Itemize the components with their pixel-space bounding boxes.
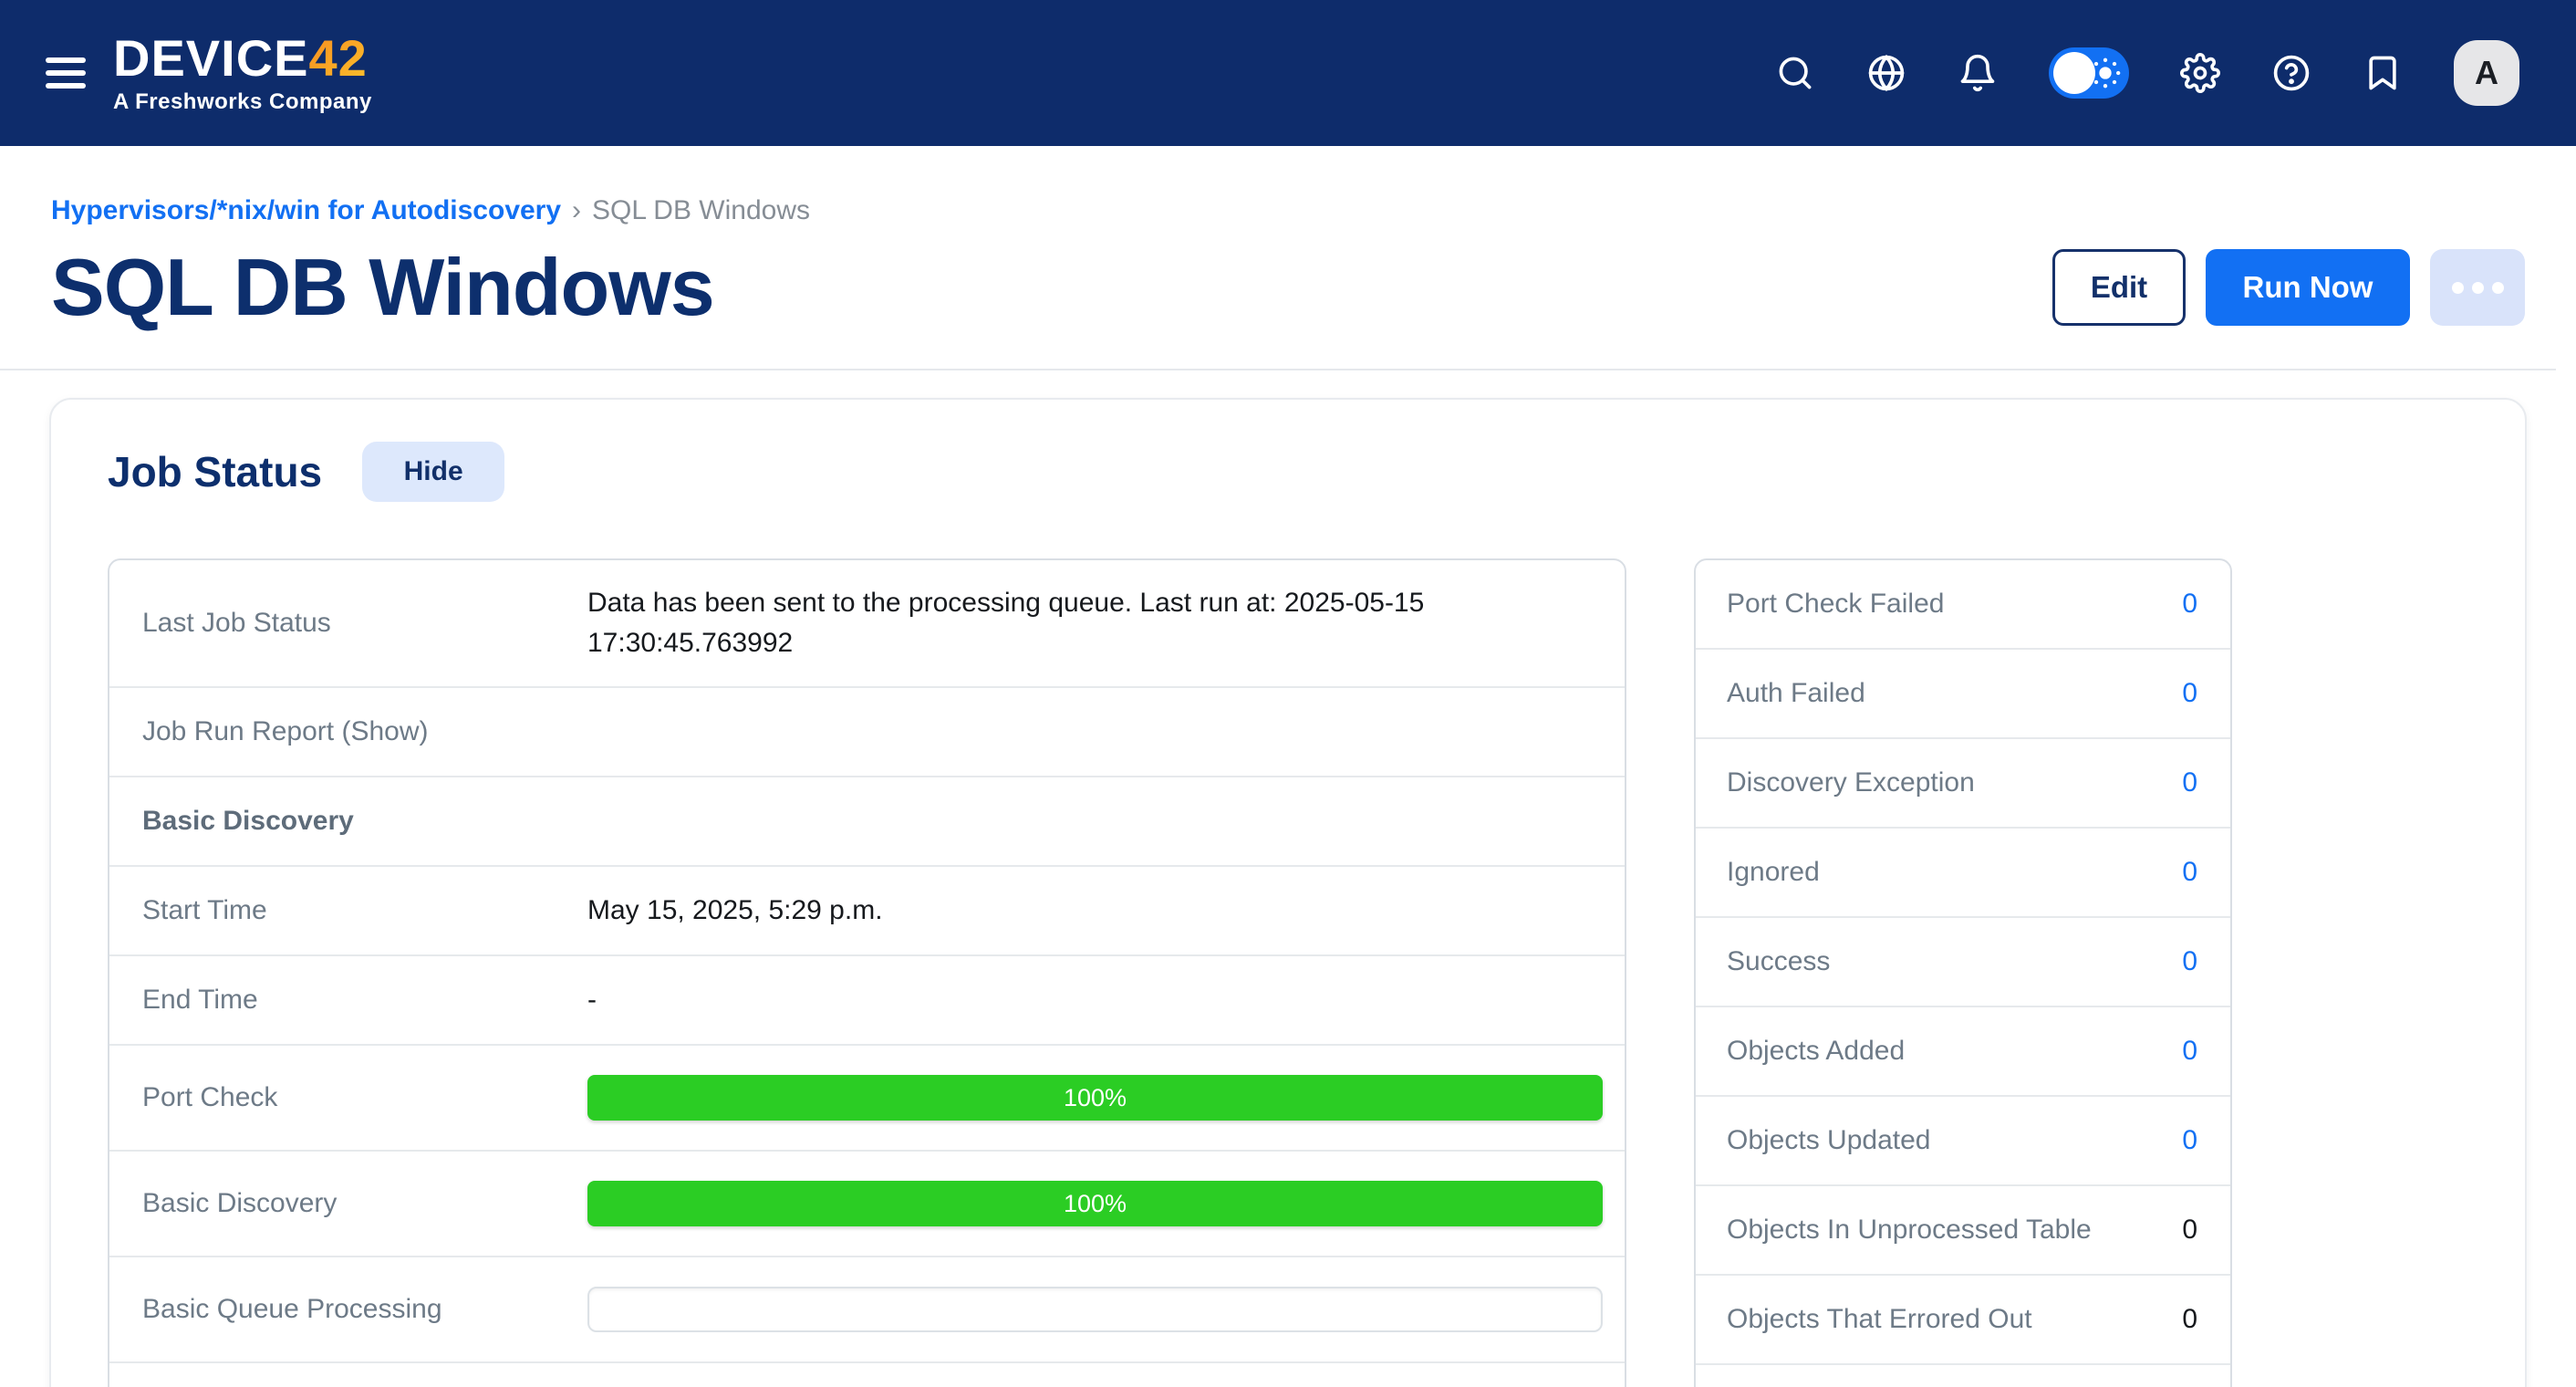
counter-value[interactable]: 0 <box>2182 857 2197 888</box>
counter-row: Objects Added 0 <box>1696 1007 2230 1097</box>
gear-icon[interactable] <box>2180 53 2220 93</box>
logo-42: 42 <box>309 29 368 87</box>
breadcrumb-parent-link[interactable]: Hypervisors/*nix/win for Autodiscovery <box>51 195 561 226</box>
counter-label: Port Check Failed <box>1727 589 1944 620</box>
counter-value: 0 <box>2182 1215 2197 1246</box>
table-row-last-job-status: Last Job Status Data has been sent to th… <box>109 560 1625 688</box>
counter-value[interactable]: 0 <box>2182 589 2197 620</box>
table-row-section-basic-discovery: Basic Discovery <box>109 777 1625 867</box>
counter-label: Discovery Exception <box>1727 767 1975 798</box>
edit-button[interactable]: Edit <box>2052 249 2186 326</box>
page-actions: Edit Run Now <box>2052 249 2525 326</box>
port-check-progress-bar: 100% <box>587 1075 1603 1121</box>
run-now-button[interactable]: Run Now <box>2206 249 2410 326</box>
counter-row: Auth Failed 0 <box>1696 650 2230 739</box>
row-value: Data has been sent to the processing que… <box>587 583 1603 663</box>
header-divider <box>0 369 2556 370</box>
row-label: Start Time <box>142 895 587 926</box>
counter-row: Objects That Errored Out 0 <box>1696 1276 2230 1365</box>
search-icon[interactable] <box>1775 53 1815 93</box>
row-label: End Time <box>142 985 587 1016</box>
row-label: Last Job Status <box>142 608 587 639</box>
breadcrumb: Hypervisors/*nix/win for Autodiscovery ›… <box>51 195 2525 226</box>
device42-logo[interactable]: DEVICE42 A Freshworks Company <box>113 33 372 113</box>
page-title: SQL DB Windows <box>51 241 714 334</box>
job-counters-table: Port Check Failed 0 Auth Failed 0 Discov… <box>1694 558 2232 1387</box>
table-row-start-time: Start Time May 15, 2025, 5:29 p.m. <box>109 867 1625 956</box>
avatar[interactable]: A <box>2454 40 2519 106</box>
row-label: Port Check <box>142 1082 587 1113</box>
logo-tagline: A Freshworks Company <box>113 91 372 113</box>
row-label: Basic Queue Processing <box>142 1294 587 1325</box>
row-label: Job Run Report (Show) <box>142 716 587 747</box>
counter-row: Port Check Failed 0 <box>1696 560 2230 650</box>
counter-value[interactable]: 0 <box>2182 1036 2197 1067</box>
bookmark-icon[interactable] <box>2363 53 2403 93</box>
job-status-heading: Job Status <box>108 447 322 496</box>
table-row-partial <box>109 1363 1625 1387</box>
table-row-basic-queue-processing: Basic Queue Processing <box>109 1257 1625 1363</box>
counter-value[interactable]: 0 <box>2182 767 2197 798</box>
counter-row: Success 0 <box>1696 918 2230 1007</box>
sun-icon <box>2087 55 2124 91</box>
help-icon[interactable] <box>2271 53 2311 93</box>
counter-row: Ignored 0 <box>1696 829 2230 918</box>
job-status-card: Job Status Hide Last Job Status Data has… <box>49 398 2527 1387</box>
basic-queue-progress-bar <box>587 1287 1603 1332</box>
globe-icon[interactable] <box>1866 53 1906 93</box>
table-row-port-check: Port Check 100% <box>109 1046 1625 1152</box>
counter-row: Objects In Unprocessed Table 0 <box>1696 1186 2230 1276</box>
counter-label: Objects In Unprocessed Table <box>1727 1215 2092 1246</box>
counter-value[interactable]: 0 <box>2182 1125 2197 1156</box>
counter-label: Ignored <box>1727 857 1820 888</box>
theme-toggle[interactable] <box>2049 47 2129 99</box>
counter-label: Objects Added <box>1727 1036 1905 1067</box>
counter-label: Objects Updated <box>1727 1125 1930 1156</box>
breadcrumb-separator: › <box>572 195 581 226</box>
hide-button[interactable]: Hide <box>362 442 504 502</box>
table-row-job-run-report: Job Run Report (Show) <box>109 688 1625 777</box>
table-row-end-time: End Time - <box>109 956 1625 1046</box>
ellipsis-icon <box>2452 282 2464 294</box>
page-header: Hypervisors/*nix/win for Autodiscovery ›… <box>0 146 2576 334</box>
show-link[interactable]: Show <box>350 716 419 746</box>
section-label: Basic Discovery <box>142 806 587 837</box>
counter-value[interactable]: 0 <box>2182 678 2197 709</box>
bell-icon[interactable] <box>1958 53 1998 93</box>
breadcrumb-current: SQL DB Windows <box>592 195 810 226</box>
more-actions-button[interactable] <box>2430 249 2525 326</box>
counter-label: Success <box>1727 946 1830 977</box>
counter-row: Discovery Exception 0 <box>1696 739 2230 829</box>
counter-row-partial <box>1696 1365 2230 1387</box>
row-label: Basic Discovery <box>142 1188 587 1219</box>
counter-value: 0 <box>2182 1304 2197 1335</box>
row-value: - <box>587 980 1603 1020</box>
counter-row: Objects Updated 0 <box>1696 1097 2230 1186</box>
basic-discovery-progress-bar: 100% <box>587 1181 1603 1226</box>
navbar-icons: A <box>1775 40 2519 106</box>
logo-text: DEVICE42 <box>113 33 372 84</box>
job-details-table: Last Job Status Data has been sent to th… <box>108 558 1626 1387</box>
menu-icon[interactable] <box>46 57 86 89</box>
top-navbar: DEVICE42 A Freshworks Company <box>0 0 2576 146</box>
row-value: May 15, 2025, 5:29 p.m. <box>587 891 1603 931</box>
counter-value[interactable]: 0 <box>2182 946 2197 977</box>
counter-label: Objects That Errored Out <box>1727 1304 2032 1335</box>
counter-label: Auth Failed <box>1727 678 1865 709</box>
table-row-basic-discovery-progress: Basic Discovery 100% <box>109 1152 1625 1257</box>
